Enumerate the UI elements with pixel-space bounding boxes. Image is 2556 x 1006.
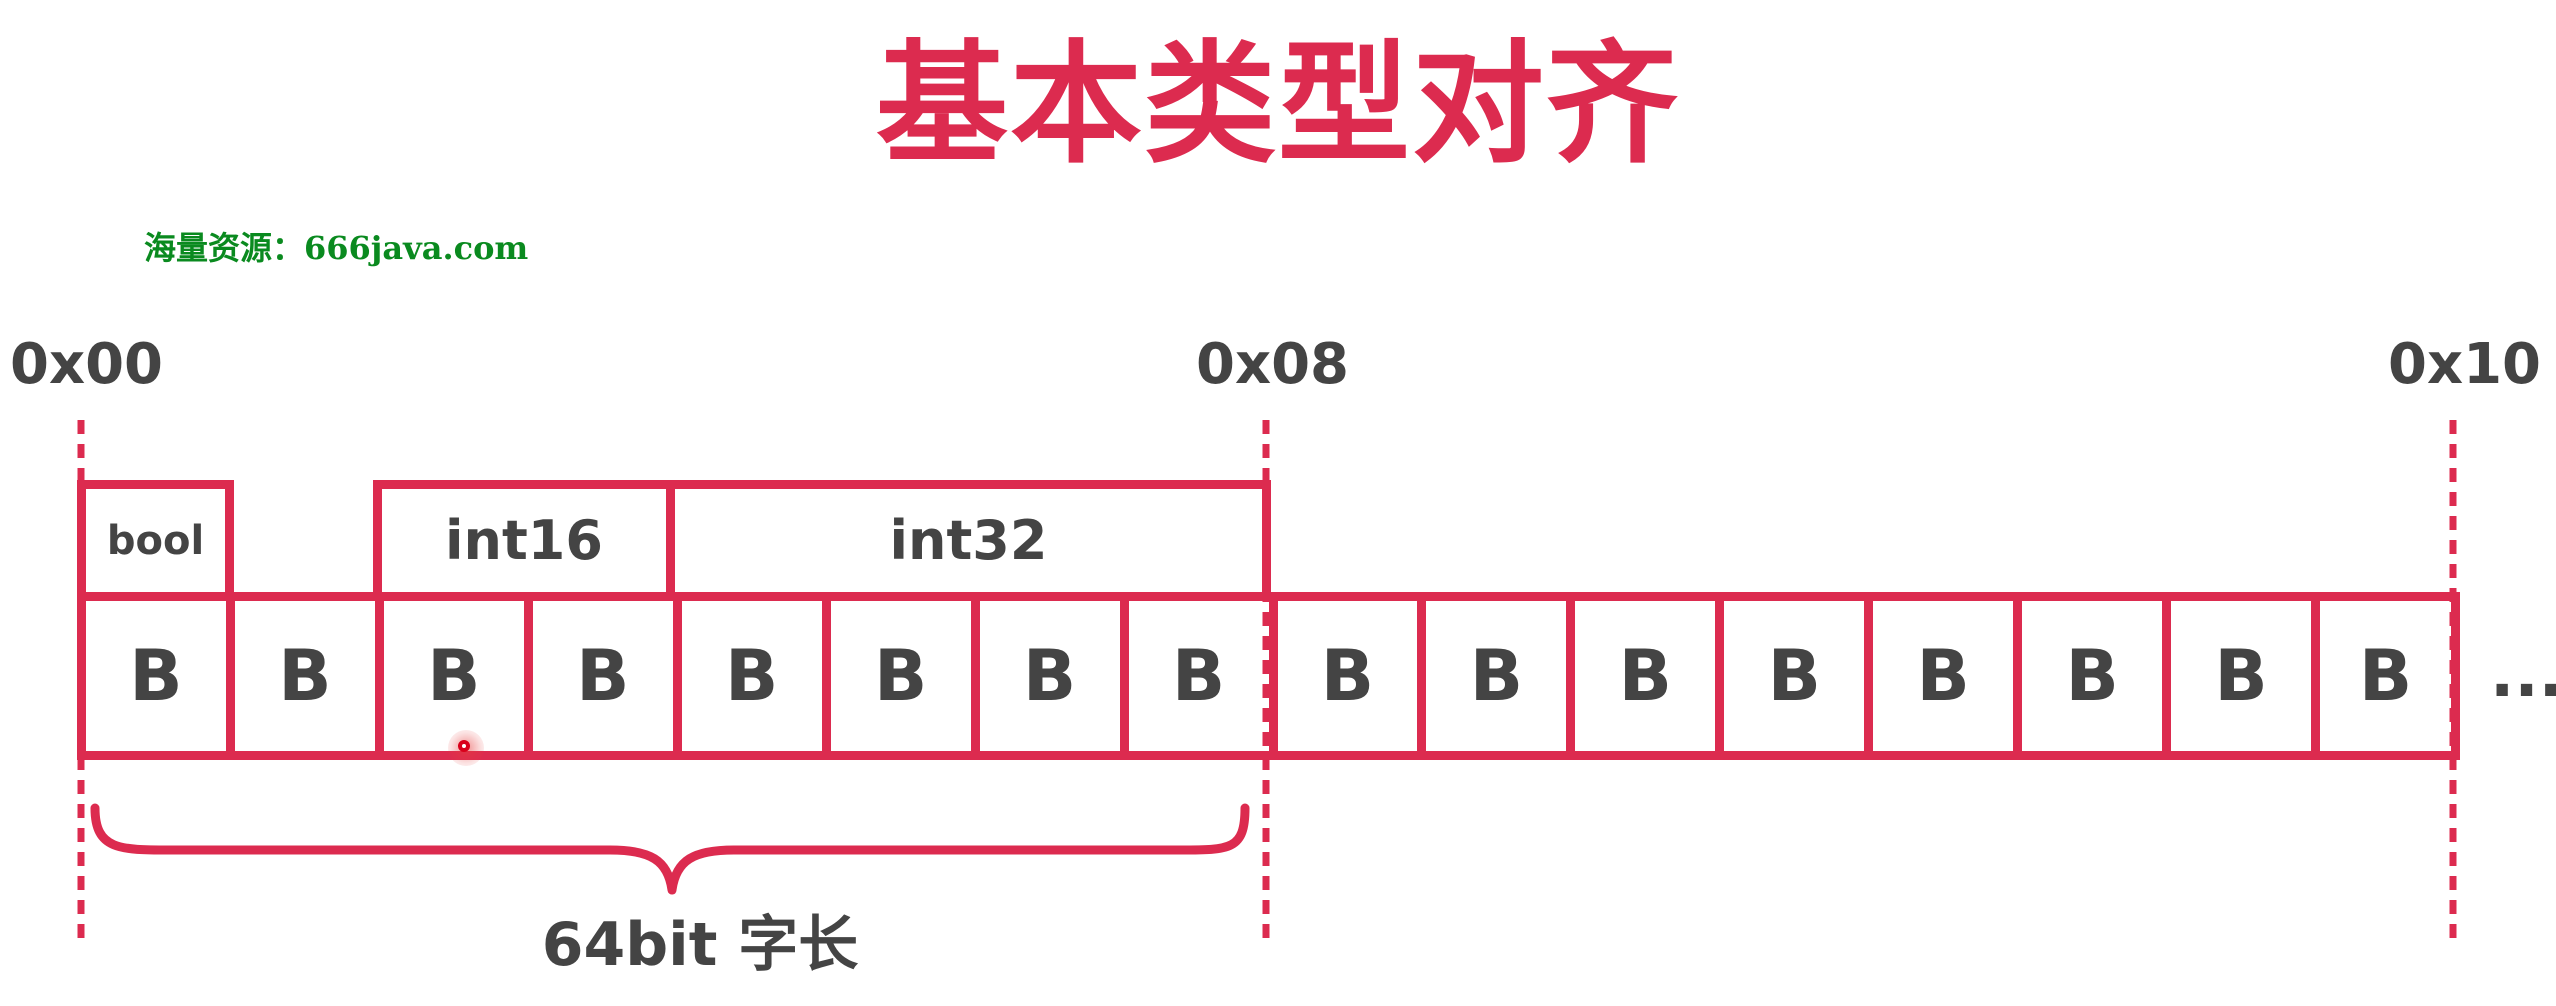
address-label-0x00: 0x00 — [10, 332, 164, 397]
field-int32: int32 — [666, 480, 1271, 601]
address-label-0x08: 0x08 — [1196, 332, 1350, 397]
byte-cell: B — [1715, 592, 1865, 760]
alignment-diagram: 基本类型对齐 海量资源：666java.com 0x00 0x08 0x10 b… — [0, 0, 2556, 1006]
byte-cell: B — [1417, 592, 1567, 760]
byte-cell: B — [2013, 592, 2163, 760]
byte-cell: B — [2311, 592, 2460, 760]
byte-cell: B — [672, 592, 822, 760]
continuation-ellipsis: ... — [2490, 638, 2556, 712]
byte-cell: B — [523, 592, 673, 760]
watermark-text: 海量资源：666java.com — [144, 229, 529, 267]
word-size-label: 64bit 字长 — [541, 910, 859, 980]
byte-cell: B — [821, 592, 971, 760]
byte-cell: B — [2162, 592, 2312, 760]
word-size-brace — [90, 803, 1250, 895]
address-label-0x10: 0x10 — [2388, 332, 2542, 397]
byte-cell: B — [1119, 592, 1269, 760]
field-bool: bool — [77, 480, 234, 601]
mouse-pointer-indicator — [448, 730, 484, 766]
byte-cell: B — [225, 592, 375, 760]
byte-cell: B — [77, 592, 226, 760]
page-title: 基本类型对齐 — [876, 28, 1680, 182]
byte-cell: B — [970, 592, 1120, 760]
field-int16: int16 — [373, 480, 675, 601]
byte-cell: B — [1268, 592, 1418, 760]
byte-cell: B — [1566, 592, 1716, 760]
byte-cell: B — [374, 592, 524, 760]
byte-cell: B — [1864, 592, 2014, 760]
